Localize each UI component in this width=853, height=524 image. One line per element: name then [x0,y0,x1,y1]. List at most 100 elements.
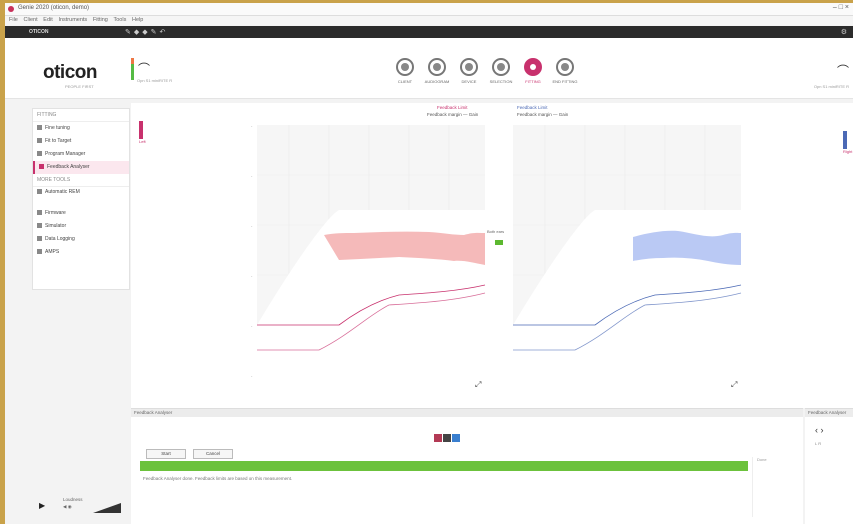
hearing-aid-right-icon[interactable]: ⌒ [837,62,849,79]
left-color-swatch[interactable] [434,434,442,442]
sidebar-item-label: Simulator [45,223,67,229]
step-selection[interactable]: SELECTION [485,58,517,84]
feedback-results-panel: Feedback Analyser ‹ › L R [805,408,853,524]
step-label: FITTING [525,79,541,84]
app-icon [8,6,14,12]
step-device[interactable]: DEVICE [453,58,485,84]
panel-header: Feedback Analyser [805,409,853,417]
left-ear-gauge: Left [139,121,147,144]
toolbar-settings-icon[interactable]: ⚙ [841,28,847,36]
device-indicator-left[interactable]: ⌒ Opn S1 miniRITE R [131,58,172,84]
header: oticon PEOPLE FIRST ⌒ Opn S1 miniRITE R … [5,38,853,99]
both-color-swatch[interactable] [443,434,451,442]
fine-tuning-icon [37,125,42,131]
step-label: CLIENT [397,79,413,84]
sidebar-item-label: Data Logging [45,236,75,242]
hearing-aid-icon: ⌒ [138,62,151,76]
menu-instruments[interactable]: Instruments [58,17,87,23]
menu-tools[interactable]: Tools [114,17,127,23]
end-fitting-step-icon [556,58,574,76]
volume-ramp-icon[interactable] [93,503,121,513]
title-bar: Genie 2020 (oticon, demo) – □ × [5,3,853,16]
step-fitting[interactable]: FITTING [517,58,549,84]
sidebar-item-label: Fit to Target [45,138,72,144]
status-message: Feedback Analyser done. Feedback limits … [143,476,293,481]
link-toggle-icon[interactable] [495,240,503,245]
step-client[interactable]: CLIENT [389,58,421,84]
sidebar-item-label: Firmware [45,210,66,216]
both-ears-label: Both ears [487,229,505,234]
sidebar-item-data-logging[interactable]: Data Logging [33,233,129,246]
results-nav-arrows[interactable]: ‹ › [815,425,853,435]
sidebar-item-label: Automatic REM [45,189,80,195]
sidebar-item-feedback-analyser[interactable]: Feedback Analyser [33,161,129,174]
both-ears-control[interactable]: Both ears [487,229,509,245]
footer-label: Loudness [63,497,83,502]
sidebar-section-more-tools: MORE TOOLS [33,174,129,187]
color-swatches [434,434,461,444]
menu-edit[interactable]: Edit [43,17,52,23]
sidebar-item-firmware[interactable]: Firmware [33,207,129,220]
menu-fitting[interactable]: Fitting [93,17,108,23]
left-ear-chart: - - - - - - ⤢ [251,123,486,393]
svg-text:-: - [251,273,253,278]
step-audiogram[interactable]: AUDIOGRAM [421,58,453,84]
svg-text:-: - [251,173,253,178]
menu-help[interactable]: Help [132,17,143,23]
menu-file[interactable]: File [9,17,18,23]
right-chart-title: Feedback Limit [517,105,548,110]
toolbar-icons[interactable]: ✎◆◆✎↶ [125,28,168,36]
sidebar: FITTING Fine tuning Fit to Target Progra… [32,108,130,290]
expand-icon[interactable]: ⤢ [730,380,737,389]
step-label: SELECTION [489,79,513,84]
results-labels: L R [815,441,822,446]
right-gauge-label: Right [843,149,853,154]
analysis-side-panel: Done [752,457,805,517]
step-end-fitting[interactable]: END FITTING [549,58,581,84]
right-gauge-bar [843,131,847,149]
feedback-icon [39,164,44,170]
right-color-swatch[interactable] [452,434,460,442]
left-chart-title: Feedback Limit [437,105,468,110]
application-window: Genie 2020 (oticon, demo) – □ × File Cli… [5,3,853,524]
toolbar-label: OTICON [29,29,49,35]
audiogram-step-icon [428,58,446,76]
play-icon[interactable]: ▶ [39,501,45,510]
step-label: AUDIOGRAM [424,79,450,84]
right-ear-gauge: Right [843,131,853,154]
device-label: Opn S1 miniRITE R [137,78,173,83]
svg-text:-: - [251,123,253,128]
target-icon [37,138,42,144]
fitting-main-area: Left Right Feedback Limit Feedback margi… [131,103,853,408]
sidebar-item-fine-tuning[interactable]: Fine tuning [33,122,129,135]
sidebar-item-fit-to-target[interactable]: Fit to Target [33,135,129,148]
client-step-icon [396,58,414,76]
sidebar-item-label: Program Manager [45,151,86,157]
program-icon [37,151,42,157]
sidebar-item-simulator[interactable]: Simulator [33,220,129,233]
menu-client[interactable]: Client [24,17,38,23]
sidebar-item-program-manager[interactable]: Program Manager [33,148,129,161]
expand-icon[interactable]: ⤢ [474,380,481,389]
start-button[interactable]: Start [146,449,186,459]
sidebar-item-label: Fine tuning [45,125,70,131]
left-y-axis: - - - - - - [251,123,253,378]
amps-icon [37,249,42,255]
svg-text:-: - [251,373,253,378]
sidebar-item-amps[interactable]: AMPS [33,246,129,259]
progress-fill [140,461,748,471]
toolbar: OTICON ✎◆◆✎↶ ⚙ [5,26,853,38]
device-step-icon [460,58,478,76]
sidebar-item-automatic-rem[interactable]: Automatic REM [33,187,129,207]
footer-controls: ▶ Loudness ◀ ◉ [33,495,129,517]
side-panel-label: Done [757,457,767,462]
footer-icons[interactable]: ◀ ◉ [63,504,72,510]
sidebar-item-label: AMPS [45,249,60,255]
rem-icon [37,189,42,195]
window-controls[interactable]: – □ × [833,4,849,11]
cancel-button[interactable]: Cancel [193,449,233,459]
sidebar-section-fitting: FITTING [33,109,129,122]
battery-level-icon [131,64,134,80]
right-ear-chart: ⤢ [513,125,742,393]
step-label: END FITTING [552,79,578,84]
